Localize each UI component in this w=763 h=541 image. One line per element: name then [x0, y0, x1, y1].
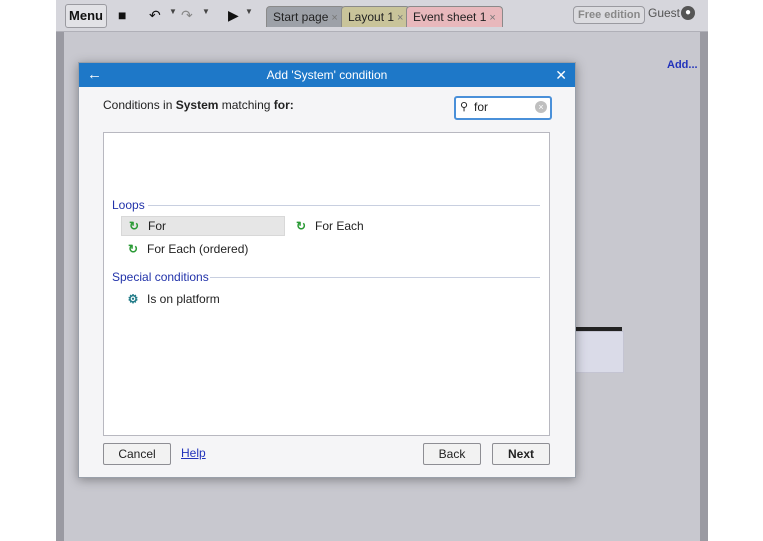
group-divider [148, 205, 540, 206]
search-icon: ⚲ [460, 101, 469, 113]
app-right-edge [700, 0, 708, 541]
group-label-special-conditions: Special conditions [112, 270, 215, 284]
group-divider [210, 277, 540, 278]
item-label: For Each [315, 219, 364, 233]
close-icon[interactable]: ✕ [555, 65, 567, 85]
heading-object: System [175, 98, 219, 112]
dialog-titlebar: ← Add 'System' condition ✕ [79, 63, 575, 87]
tab-layout-1[interactable]: Layout 1 × [341, 6, 411, 27]
play-icon[interactable]: ▶ [228, 6, 239, 24]
group-label-loops: Loops [112, 198, 151, 212]
tab-label: Layout 1 [348, 10, 395, 24]
close-icon[interactable]: × [331, 12, 337, 24]
list-item-for-each-ordered[interactable]: ↻ For Each (ordered) [121, 240, 271, 258]
undo-icon[interactable]: ↶ [149, 6, 161, 24]
search-value: for [474, 100, 489, 114]
back-button[interactable]: Back [423, 443, 481, 465]
add-condition-dialog: ← Add 'System' condition ✕ Conditions in… [78, 62, 576, 478]
heading-term: for: [273, 98, 294, 112]
edition-badge[interactable]: Free edition [573, 6, 646, 24]
dialog-title: Add 'System' condition [266, 68, 388, 82]
loop-icon: ↻ [295, 219, 307, 233]
item-label: For [148, 219, 166, 233]
tab-start-page[interactable]: Start page × [266, 6, 345, 27]
menu-button[interactable]: Menu [65, 4, 107, 28]
heading-mid: matching [218, 98, 274, 112]
save-icon[interactable]: ■ [118, 6, 126, 24]
list-item-is-on-platform[interactable]: ⚙ Is on platform [121, 290, 241, 308]
app-left-edge [56, 0, 64, 541]
conditions-heading: Conditions in System matching for: [103, 98, 294, 112]
user-circle-icon[interactable]: ● [681, 6, 695, 20]
tab-event-sheet-1[interactable]: Event sheet 1 × [406, 6, 503, 27]
background-object [574, 331, 624, 373]
undo-dropdown-icon[interactable]: ▼ [169, 7, 177, 16]
user-label[interactable]: Guest [648, 6, 680, 20]
help-link[interactable]: Help [181, 446, 206, 460]
add-link[interactable]: Add... [667, 59, 698, 71]
redo-dropdown-icon[interactable]: ▼ [202, 7, 210, 16]
close-icon[interactable]: × [489, 12, 495, 24]
clear-search-icon[interactable]: × [535, 101, 547, 113]
loop-icon: ↻ [128, 219, 140, 233]
heading-prefix: Conditions in [103, 98, 176, 112]
cancel-button[interactable]: Cancel [103, 443, 171, 465]
loop-icon: ↻ [127, 242, 139, 256]
item-label: Is on platform [147, 292, 220, 306]
main-toolbar: Menu ■ ↶ ▼ ↷ ▼ ▶ ▼ Start page × Layout 1 ×… [56, 0, 708, 32]
item-label: For Each (ordered) [147, 242, 249, 256]
conditions-list: Loops ↻ For ↻ For Each ↻ For Each (ordered)… [103, 132, 550, 436]
list-item-for-each[interactable]: ↻ For Each [289, 217, 389, 235]
tab-label: Start page [273, 10, 329, 24]
run-dropdown-icon[interactable]: ▼ [245, 7, 253, 16]
gear-icon: ⚙ [127, 292, 139, 306]
tab-label: Event sheet 1 [413, 10, 487, 24]
redo-icon[interactable]: ↷ [181, 6, 193, 24]
next-button[interactable]: Next [492, 443, 550, 465]
list-item-for[interactable]: ↻ For [121, 216, 285, 236]
close-icon[interactable]: × [397, 12, 403, 24]
search-input[interactable]: ⚲ for × [454, 96, 552, 120]
